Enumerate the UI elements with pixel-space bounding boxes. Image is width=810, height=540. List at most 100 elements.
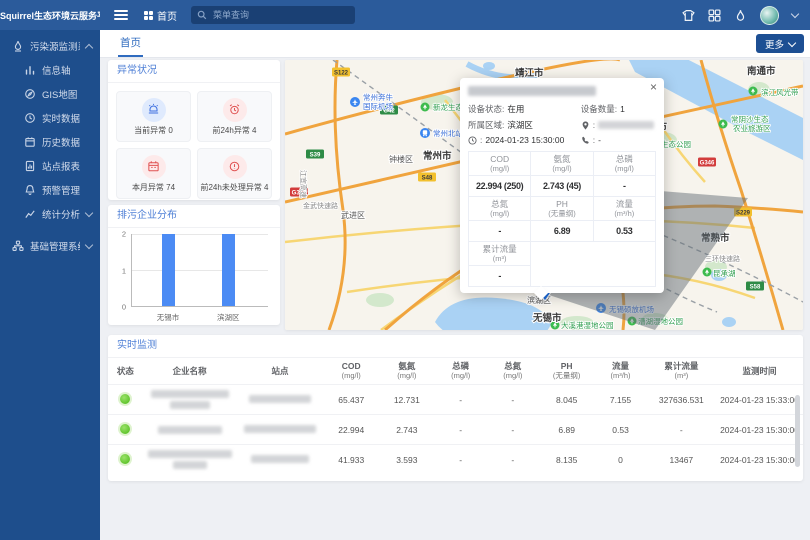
topbar-home-nav[interactable]: 首页 xyxy=(144,8,177,23)
panel-title: 排污企业分布 xyxy=(108,205,280,228)
table-row[interactable]: 65.437 12.731 - - 8.045 7.155 327636.531… xyxy=(108,385,803,415)
realtime-monitor-panel: 实时监测 状态 企业名称 站点 COD(mg/l) 氨氮(mg/l) 总磷(mg… xyxy=(108,335,803,481)
sidebar-item-station-report[interactable]: 站点报表 xyxy=(0,154,100,178)
park-icon xyxy=(719,120,728,129)
svg-text:S58: S58 xyxy=(750,284,761,290)
panel-title: 异常状况 xyxy=(108,60,280,83)
warning-circle-icon xyxy=(223,155,247,179)
chevron-up-icon xyxy=(85,43,93,51)
realtime-monitor-table: 状态 企业名称 站点 COD(mg/l) 氨氮(mg/l) 总磷(mg/l) 总… xyxy=(108,358,803,474)
popup-metrics-table: COD(mg/l) 氨氮(mg/l) 总磷(mg/l) 22.994 (250)… xyxy=(468,151,656,287)
device-status-value: 在用 xyxy=(507,103,524,115)
stat-card-month-abnormal: 本月异常 74 xyxy=(116,148,191,199)
redacted-company-name xyxy=(151,390,229,398)
chart-plot-area xyxy=(131,234,268,307)
sidebar-item-label: 预警管理 xyxy=(42,183,92,197)
flame-icon[interactable] xyxy=(734,9,747,22)
redacted-company-name xyxy=(173,461,207,469)
close-icon[interactable]: × xyxy=(650,81,657,93)
device-count-value: 1 xyxy=(620,104,625,114)
theme-skin-icon[interactable] xyxy=(682,9,695,22)
tab-home[interactable]: 首页 xyxy=(118,30,143,57)
clock-icon xyxy=(468,136,477,145)
search-icon xyxy=(197,10,207,20)
sidebar-item-statistics[interactable]: 统计分析 xyxy=(0,202,100,226)
sidebar-item-alert-management[interactable]: 预警管理 xyxy=(0,178,100,202)
svg-text:武进区: 武进区 xyxy=(341,210,365,220)
stat-card-unhandled-abnormal: 前24h未处理异常 4 xyxy=(197,148,272,199)
svg-text:G346: G346 xyxy=(700,160,715,166)
panel-title: 实时监测 xyxy=(108,335,803,358)
sitemap-icon xyxy=(12,240,24,252)
location-pin-icon xyxy=(581,121,590,130)
redacted-company-name xyxy=(158,426,222,434)
field-label: 设备状态: xyxy=(468,103,504,115)
stat-card-label: 本月异常 74 xyxy=(132,182,175,193)
park-icon xyxy=(749,87,758,96)
sidebar-group-base-system[interactable]: 基础管理系统 xyxy=(0,234,100,258)
stat-card-label: 当前异常 0 xyxy=(134,125,173,136)
sidebar-item-label: 历史数据 xyxy=(42,135,92,149)
metric-value-flow: 0.53 xyxy=(594,221,656,242)
metric-value-tp: - xyxy=(594,176,656,197)
train-station-icon xyxy=(420,128,430,138)
map-panel[interactable]: S122 G42 S39 G312 S48 G2 S19 G346 S229 S… xyxy=(285,60,803,330)
svg-text:江宜高速: 江宜高速 xyxy=(299,170,308,198)
search-input[interactable] xyxy=(211,9,335,21)
stat-card-current-abnormal: 当前异常 0 xyxy=(116,91,191,142)
topbar-home-label: 首页 xyxy=(157,8,177,23)
table-row[interactable]: 22.994 2.743 - - 6.89 0.53 - 2024-01-23 … xyxy=(108,415,803,445)
svg-text:S48: S48 xyxy=(422,175,433,181)
bar-chart: 2 1 0 无锡市 滨湖区 xyxy=(116,230,272,323)
hamburger-icon[interactable] xyxy=(114,10,128,20)
status-dot xyxy=(120,454,130,464)
sidebar-item-label: 站点报表 xyxy=(42,159,92,173)
redacted-station-name xyxy=(468,86,596,96)
sidebar-item-label: 统计分析 xyxy=(42,207,80,221)
airport-icon xyxy=(350,97,360,107)
sidebar-group-pollution-monitor[interactable]: 污染源监测系统 xyxy=(0,34,100,58)
redacted-company-name xyxy=(170,401,210,409)
svg-text:常州市: 常州市 xyxy=(423,150,452,162)
table-row[interactable]: 41.933 3.593 - - 8.135 0 13467 2024-01-2… xyxy=(108,445,803,475)
sidebar-item-history-data[interactable]: 历史数据 xyxy=(0,130,100,154)
svg-text:国际机场: 国际机场 xyxy=(363,101,393,111)
stat-card-label: 前24h异常 4 xyxy=(212,125,256,136)
pollution-system-icon xyxy=(12,40,24,52)
more-button-label: 更多 xyxy=(765,37,784,51)
region-value: 滨湖区 xyxy=(507,119,533,131)
svg-text:农业旅游区: 农业旅游区 xyxy=(733,123,771,133)
field-label: 设备数量: xyxy=(581,103,617,115)
chevron-down-icon[interactable] xyxy=(791,10,799,18)
sidebar-item-info-axis[interactable]: 信息轴 xyxy=(0,58,100,82)
tab-bar: 首页 xyxy=(100,30,810,58)
svg-text:昆承湖: 昆承湖 xyxy=(713,269,736,278)
chart-x-axis: 无锡市 滨湖区 xyxy=(131,309,268,323)
user-avatar[interactable] xyxy=(760,6,779,25)
status-dot xyxy=(120,394,130,404)
more-button[interactable]: 更多 xyxy=(756,34,804,53)
multi-screen-icon[interactable] xyxy=(708,9,721,22)
svg-text:常州奔牛: 常州奔牛 xyxy=(363,92,393,102)
clock-icon xyxy=(24,112,36,124)
sidebar-item-gis-map[interactable]: GIS地图 xyxy=(0,82,100,106)
svg-text:金武快速路: 金武快速路 xyxy=(303,201,338,210)
svg-text:三环快速路: 三环快速路 xyxy=(705,254,740,263)
chart-y-axis: 2 1 0 xyxy=(116,234,128,307)
redacted-station-name xyxy=(244,425,316,433)
line-chart-icon xyxy=(24,208,36,220)
enterprise-distribution-panel: 排污企业分布 2 1 0 无锡市 滨湖区 xyxy=(108,205,280,325)
sidebar-item-realtime-data[interactable]: 实时数据 xyxy=(0,106,100,130)
field-label: 所属区域: xyxy=(468,119,504,131)
metric-value-cod: 22.994 (250) xyxy=(469,176,531,197)
stat-card-label: 前24h未处理异常 4 xyxy=(200,182,268,193)
chevron-down-icon xyxy=(85,209,93,217)
status-dot xyxy=(120,424,130,434)
table-scrollbar[interactable] xyxy=(795,395,800,467)
phone-value: - xyxy=(598,135,601,145)
svg-text:S122: S122 xyxy=(334,70,349,76)
topbar: Squirrel生态环境云服务平台 首页 xyxy=(0,0,810,30)
compass-icon xyxy=(24,88,36,100)
menu-search[interactable] xyxy=(191,6,355,24)
bar-chart-icon xyxy=(24,64,36,76)
